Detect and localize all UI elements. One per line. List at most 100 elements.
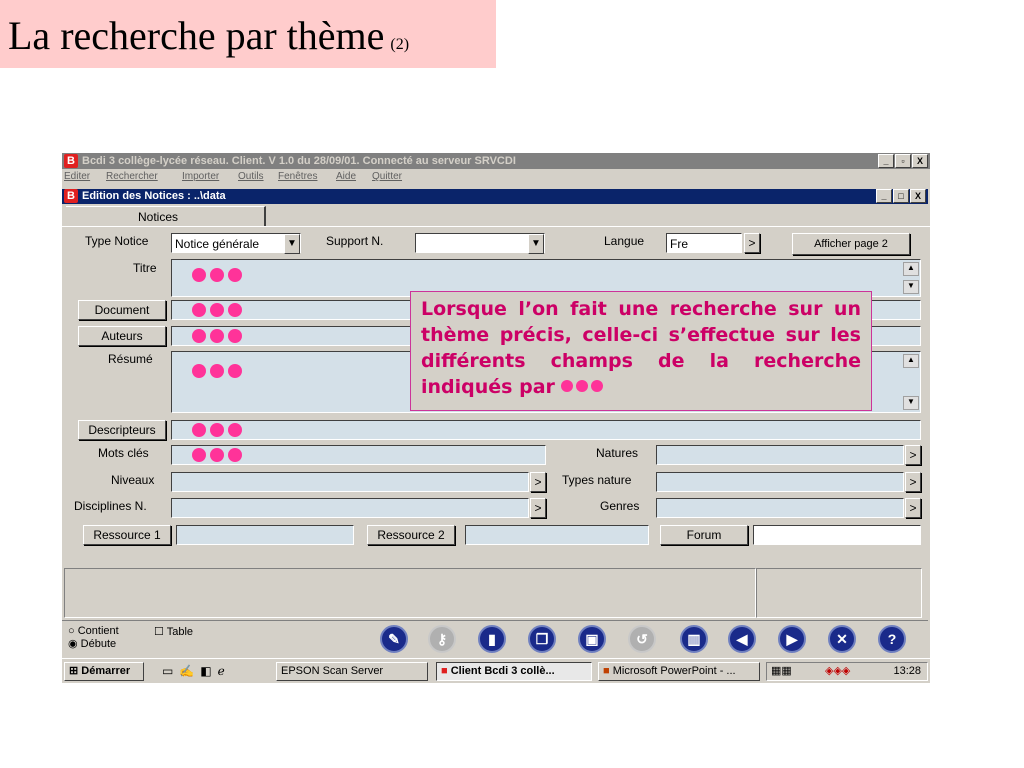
child-maximize-button[interactable]: □ [893, 189, 909, 203]
genres-more-button[interactable]: > [905, 498, 921, 518]
types-nature-field[interactable] [656, 472, 904, 492]
menu-importer[interactable]: Importer [182, 171, 219, 182]
resume-scroll-up-icon[interactable]: ▲ [903, 354, 919, 368]
app-logo-icon: B [64, 154, 78, 168]
previous-icon[interactable]: ◀ [728, 625, 756, 653]
child-window-title-bar[interactable]: B Edition des Notices : ..\data _ □ X [62, 189, 928, 204]
menu-bar: Editer Rechercher Importer Outils Fenêtr… [62, 169, 930, 185]
genres-field[interactable] [656, 498, 904, 518]
menu-aide[interactable]: Aide [336, 171, 356, 182]
langue-value: Fre [670, 237, 688, 251]
close-window-button[interactable]: X [912, 154, 928, 168]
next-icon[interactable]: ▶ [778, 625, 806, 653]
child-close-button[interactable]: X [910, 189, 926, 203]
notepad-icon[interactable]: ✍ [179, 664, 194, 678]
tab-notices-label: Notices [138, 210, 179, 224]
descripteurs-button[interactable]: Descripteurs [78, 420, 166, 440]
bottom-toolbar: ○ Contient ◉ Débute ☐ Table ✎ ⚷ ▮ ❐ ▣ ↺ … [62, 620, 928, 656]
task-epson[interactable]: EPSON Scan Server [276, 662, 428, 681]
resume-scroll-down-icon[interactable]: ▼ [903, 396, 919, 410]
browser-icon[interactable]: ℯ [218, 664, 225, 678]
titre-label: Titre [133, 261, 157, 275]
type-notice-value: Notice générale [175, 237, 260, 251]
titre-scroll-down-icon[interactable]: ▼ [903, 280, 919, 294]
option-contient[interactable]: ○ Contient [68, 625, 119, 637]
niveaux-more-button[interactable]: > [530, 472, 546, 492]
titre-scroll-up-icon[interactable]: ▲ [903, 262, 919, 276]
langue-more-button[interactable]: > [744, 233, 760, 253]
type-notice-select[interactable]: Notice générale ▼ [171, 233, 301, 254]
table-checkbox[interactable]: ☐ Table [154, 625, 193, 638]
support-dropdown-icon[interactable]: ▼ [528, 234, 544, 254]
status-panel-left [64, 568, 756, 618]
langue-field[interactable]: Fre [666, 233, 742, 253]
trash-icon[interactable]: ▥ [680, 625, 708, 653]
slide-title: La recherche par thème (2) [8, 12, 409, 59]
task-bcdi[interactable]: ■ Client Bcdi 3 collè... [436, 662, 592, 681]
types-nature-more-button[interactable]: > [905, 472, 921, 492]
book-icon[interactable]: ▮ [478, 625, 506, 653]
natures-field[interactable] [656, 445, 904, 465]
tray-volume-icon[interactable]: ◈◈◈ [825, 663, 850, 680]
disciplines-label: Disciplines N. [74, 499, 147, 513]
copy-icon[interactable]: ❐ [528, 625, 556, 653]
document-button[interactable]: Document [78, 300, 166, 320]
menu-fenetres[interactable]: Fenêtres [278, 171, 317, 182]
menu-quitter[interactable]: Quitter [372, 171, 402, 182]
minimize-button[interactable]: _ [878, 154, 894, 168]
support-label: Support N. [326, 234, 384, 248]
niveaux-field[interactable] [171, 472, 529, 492]
close-icon[interactable]: ✕ [828, 625, 856, 653]
option-debute-label: Débute [80, 638, 117, 650]
afficher-page2-button[interactable]: Afficher page 2 [792, 233, 910, 255]
option-contient-label: Contient [77, 625, 119, 637]
natures-more-button[interactable]: > [905, 445, 921, 465]
child-minimize-button[interactable]: _ [876, 189, 892, 203]
child-logo-icon: B [64, 189, 78, 203]
powerpoint-icon[interactable]: ◧ [200, 664, 211, 678]
help-icon[interactable]: ? [878, 625, 906, 653]
genres-label: Genres [600, 499, 640, 513]
types-nature-label: Types nature [562, 473, 632, 487]
ressource1-field[interactable] [176, 525, 354, 545]
ressource2-field[interactable] [465, 525, 649, 545]
ressource2-button[interactable]: Ressource 2 [367, 525, 455, 545]
descripteurs-highlight-dots [192, 423, 242, 437]
menu-editer[interactable]: Editer [64, 171, 90, 182]
task-bcdi-label: Client Bcdi 3 collè... [450, 665, 555, 677]
type-notice-dropdown-icon[interactable]: ▼ [284, 234, 300, 254]
tab-notices[interactable]: Notices [66, 206, 266, 226]
clock: 13:28 [893, 665, 921, 677]
support-select[interactable]: ▼ [415, 233, 545, 254]
menu-rechercher[interactable]: Rechercher [106, 171, 158, 182]
status-panel-right [756, 568, 922, 618]
desktop-icon[interactable]: ▭ [162, 664, 173, 678]
forum-field[interactable] [753, 525, 921, 545]
menu-outils[interactable]: Outils [238, 171, 264, 182]
slide-title-text: La recherche par thème [8, 13, 385, 58]
slide-subtitle: (2) [390, 36, 410, 53]
save-icon[interactable]: ▣ [578, 625, 606, 653]
new-icon[interactable]: ✎ [380, 625, 408, 653]
slide-title-box: La recherche par thème (2) [0, 0, 496, 68]
disciplines-field[interactable] [171, 498, 529, 518]
mots-cles-label: Mots clés [98, 446, 149, 460]
app-window: B Bcdi 3 collège-lycée réseau. Client. V… [62, 153, 930, 683]
task-powerpoint[interactable]: ■ Microsoft PowerPoint - ... [598, 662, 760, 681]
option-debute[interactable]: ◉ Débute [68, 637, 116, 650]
app-title-bar[interactable]: B Bcdi 3 collège-lycée réseau. Client. V… [62, 153, 930, 169]
auteurs-button[interactable]: Auteurs [78, 326, 166, 346]
restore-button[interactable]: ▫ [895, 154, 911, 168]
key-icon[interactable]: ⚷ [428, 625, 456, 653]
descripteurs-field[interactable] [171, 420, 921, 440]
disciplines-more-button[interactable]: > [530, 498, 546, 518]
start-button[interactable]: ⊞ Démarrer [64, 662, 144, 681]
mots-cles-field[interactable] [171, 445, 546, 465]
undo-icon[interactable]: ↺ [628, 625, 656, 653]
tray-network-icon[interactable]: ▦▦ [771, 663, 792, 680]
forum-button[interactable]: Forum [660, 525, 748, 545]
callout-dots [560, 380, 603, 392]
app-title: Bcdi 3 collège-lycée réseau. Client. V 1… [82, 155, 516, 167]
ressource1-button[interactable]: Ressource 1 [83, 525, 171, 545]
langue-label: Langue [604, 234, 645, 248]
